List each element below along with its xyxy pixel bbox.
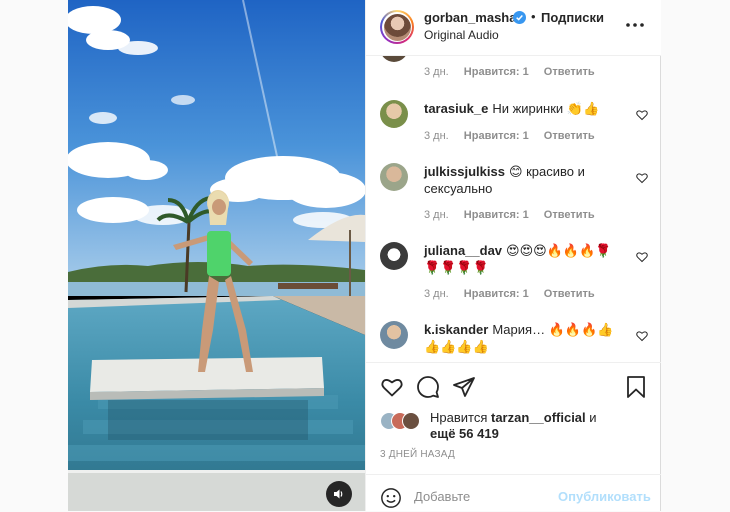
reply-button[interactable]: Ответить [544, 130, 595, 142]
reply-button[interactable]: Ответить [544, 209, 595, 221]
commenter-avatar[interactable] [380, 56, 408, 62]
comment-icon[interactable] [416, 375, 440, 399]
comment-text: julkissjulkiss 😊 красиво и сексуально [424, 163, 609, 197]
comment-time: 3 дн. [424, 130, 449, 142]
comment-time: 3 дн. [424, 209, 449, 221]
post-modal: gorban_masha • Подписки Original Audio 3… [68, 0, 661, 511]
comment-likes[interactable]: Нравится: 1 [464, 66, 529, 78]
heart-icon[interactable] [380, 375, 404, 399]
author-username[interactable]: gorban_masha [424, 10, 516, 25]
bookmark-icon[interactable] [624, 375, 648, 399]
comment-meta: 3 дн. Нравится: 1 Ответить [424, 66, 607, 78]
comment-time: 3 дн. [424, 66, 449, 78]
speaker-icon[interactable] [326, 481, 352, 507]
post-header: gorban_masha • Подписки Original Audio [366, 0, 661, 56]
commenter-avatar[interactable] [380, 100, 408, 128]
commenter-avatar[interactable] [380, 163, 408, 191]
comment-like-icon[interactable] [636, 251, 648, 263]
comment-meta: 3 дн. Нравится: 1 Ответить [424, 130, 607, 142]
post-sidebar: gorban_masha • Подписки Original Audio 3… [365, 0, 661, 511]
following-button[interactable]: Подписки [541, 10, 604, 25]
comment-like-icon[interactable] [636, 172, 648, 184]
post-video[interactable] [68, 0, 365, 511]
comment-text: tarasiuk_e Ни жиринки 👏👍 [424, 100, 624, 117]
comments-list[interactable]: 3 дн. Нравится: 1 Ответить tarasiuk_e Ни … [366, 56, 661, 361]
post-actions [366, 362, 661, 405]
commenter-username[interactable]: k.iskander [424, 322, 488, 337]
author-avatar[interactable] [380, 10, 414, 44]
comment-likes[interactable]: Нравится: 1 [464, 288, 529, 300]
audio-label[interactable]: Original Audio [424, 28, 499, 42]
reply-button[interactable]: Ответить [544, 288, 595, 300]
likes-prefix: Нравится [430, 410, 488, 425]
post-date[interactable]: 3 ДНЕЙ НАЗАД [380, 449, 455, 460]
comment-likes[interactable]: Нравится: 1 [464, 209, 529, 221]
comment-like-icon[interactable] [636, 330, 648, 342]
commenter-avatar[interactable] [380, 321, 408, 349]
emoji-icon[interactable] [380, 487, 402, 509]
comment-likes[interactable]: Нравится: 1 [464, 130, 529, 142]
send-icon[interactable] [452, 375, 476, 399]
publish-button[interactable]: Опубликовать [558, 489, 651, 504]
comment-body: Ни жиринки 👏👍 [492, 101, 600, 116]
liker-avatars[interactable] [380, 410, 426, 430]
comment-text: juliana__dav 😍😍😍🔥🔥🔥🌹🌹🌹🌹🌹 [424, 242, 624, 276]
likes-conjunction: и [589, 410, 597, 425]
commenter-username[interactable]: tarasiuk_e [424, 101, 488, 116]
header-separator: • [531, 9, 536, 24]
likes-line: Нравится tarzan__official и [430, 410, 660, 426]
comment-time: 3 дн. [424, 288, 449, 300]
commenter-username[interactable]: juliana__dav [424, 243, 502, 258]
likes-count[interactable]: ещё 56 419 [430, 426, 499, 441]
commenter-avatar[interactable] [380, 242, 408, 270]
comment-meta: 3 дн. Нравится: 1 Ответить [424, 288, 607, 300]
comment-input[interactable] [414, 489, 554, 504]
add-comment-bar: Опубликовать [366, 474, 661, 512]
verified-badge-icon [513, 11, 526, 24]
comment-meta: 3 дн. Нравится: 1 Ответить [424, 209, 607, 221]
liker-username[interactable]: tarzan__official [491, 410, 586, 425]
commenter-username[interactable]: julkissjulkiss [424, 164, 505, 179]
more-options-icon[interactable] [624, 14, 646, 36]
comment-like-icon[interactable] [636, 109, 648, 121]
reply-button[interactable]: Ответить [544, 66, 595, 78]
video-frame [68, 0, 365, 511]
comment-text: k.iskander Мария… 🔥🔥🔥👍👍👍👍👍 [424, 321, 619, 355]
